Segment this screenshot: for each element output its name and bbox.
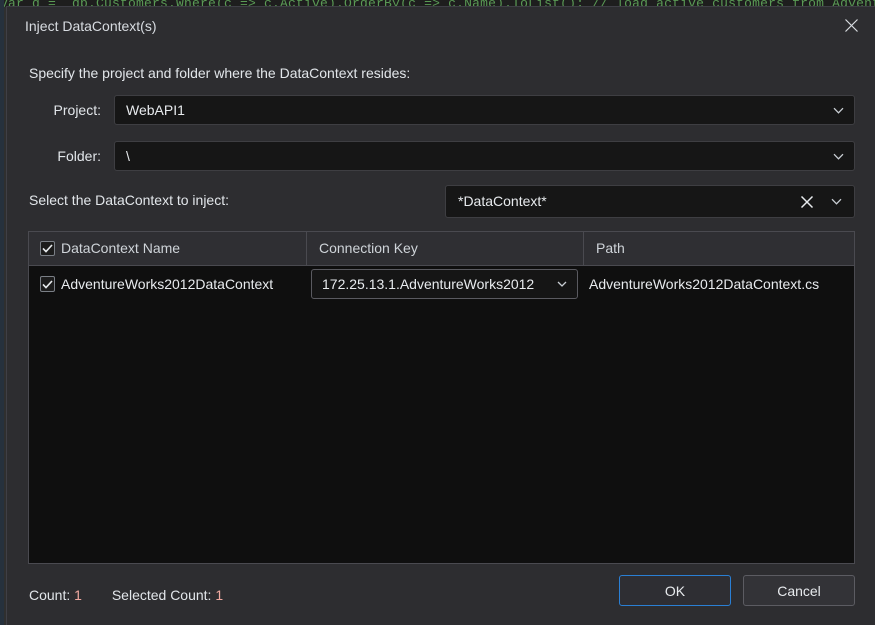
- cell-connection-key: 172.25.13.1.AdventureWorks2012: [311, 266, 583, 302]
- connection-key-value: 172.25.13.1.AdventureWorks2012: [322, 276, 535, 292]
- instruction-text: Specify the project and folder where the…: [29, 65, 411, 81]
- ok-button[interactable]: OK: [619, 575, 731, 606]
- cancel-button[interactable]: Cancel: [743, 575, 855, 606]
- datacontext-filter-combobox[interactable]: *DataContext*: [445, 185, 855, 218]
- table-header-row: DataContext Name Connection Key Path: [29, 232, 854, 266]
- selected-count-label: Selected Count:: [111, 587, 212, 603]
- cell-datacontext-name: AdventureWorks2012DataContext: [61, 276, 274, 292]
- table-body: AdventureWorks2012DataContext 172.25.13.…: [29, 266, 854, 563]
- folder-row: Folder: \: [29, 141, 855, 171]
- table-row[interactable]: AdventureWorks2012DataContext 172.25.13.…: [29, 266, 854, 302]
- project-value: WebAPI1: [126, 102, 185, 118]
- chevron-down-icon: [554, 270, 570, 298]
- inject-datacontext-dialog: Inject DataContext(s) Specify the projec…: [6, 6, 875, 625]
- chevron-down-icon: [830, 142, 846, 170]
- row-checkbox[interactable]: [40, 276, 55, 292]
- folder-combobox[interactable]: \: [114, 141, 855, 171]
- status-bar: Count: 1 Selected Count: 1: [29, 587, 223, 603]
- column-header-connection-key[interactable]: Connection Key: [306, 232, 583, 265]
- datacontext-filter-input[interactable]: *DataContext*: [458, 186, 790, 217]
- folder-label: Folder:: [57, 148, 101, 164]
- folder-value: \: [126, 148, 130, 164]
- dialog-title: Inject DataContext(s): [25, 18, 157, 34]
- count-label: Count:: [29, 587, 71, 603]
- connection-key-combobox[interactable]: 172.25.13.1.AdventureWorks2012: [311, 269, 578, 299]
- selected-count-value: 1: [215, 587, 224, 603]
- count-value: 1: [74, 587, 82, 603]
- column-header-path[interactable]: Path: [583, 232, 854, 265]
- chevron-down-icon[interactable]: [827, 186, 845, 217]
- cell-path: AdventureWorks2012DataContext.cs: [589, 276, 820, 292]
- close-icon[interactable]: [827, 7, 875, 43]
- select-datacontext-label: Select the DataContext to inject:: [29, 192, 229, 208]
- clear-filter-icon[interactable]: [796, 186, 818, 217]
- project-combobox[interactable]: WebAPI1: [114, 95, 855, 125]
- dialog-titlebar: Inject DataContext(s): [7, 7, 875, 47]
- project-row: Project: WebAPI1: [29, 95, 855, 125]
- chevron-down-icon: [830, 96, 846, 124]
- column-header-datacontext-name[interactable]: DataContext Name: [29, 232, 306, 265]
- project-label: Project:: [53, 102, 101, 118]
- datacontext-table: DataContext Name Connection Key Path Adv…: [28, 231, 855, 564]
